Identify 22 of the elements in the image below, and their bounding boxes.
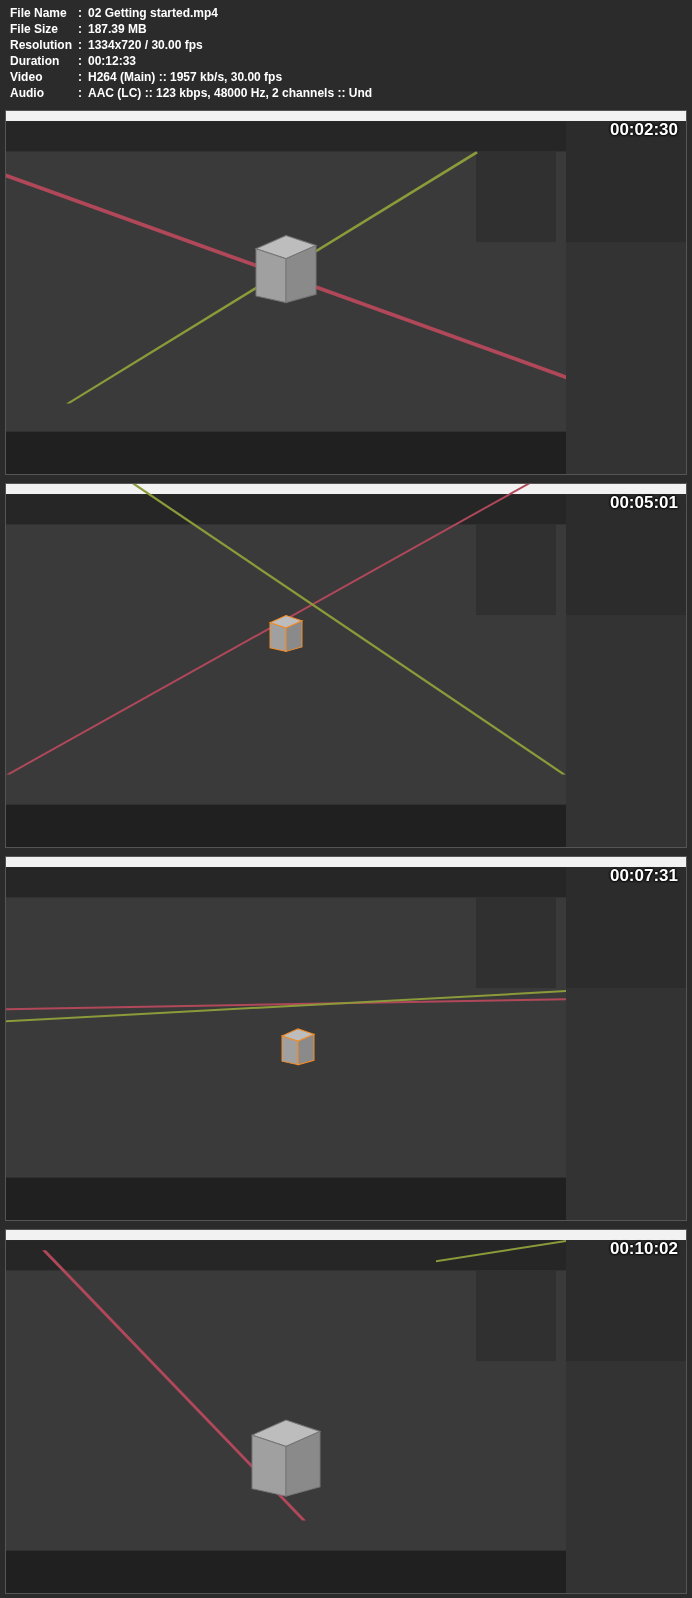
info-value: AAC (LC) :: 123 kbps, 48000 Hz, 2 channels :: Und: [88, 86, 374, 100]
timestamp: 00:02:30: [609, 121, 678, 138]
timestamp: 00:07:31: [609, 867, 678, 884]
info-label: Audio: [10, 86, 45, 100]
info-value: 1334x720 / 30.00 fps: [88, 38, 204, 52]
info-separator: :: [78, 6, 82, 20]
info-label: Duration: [10, 54, 61, 68]
timestamp: 00:10:02: [609, 1240, 678, 1257]
info-label: File Name: [10, 6, 68, 20]
info-label: Resolution: [10, 38, 72, 52]
info-label: File Size: [10, 22, 60, 36]
info-label: Video: [10, 70, 44, 84]
info-separator: :: [78, 38, 82, 52]
info-separator: :: [78, 86, 82, 100]
info-value: 02 Getting started.mp4: [88, 6, 220, 20]
info-value: 00:12:33: [88, 54, 138, 68]
info-separator: :: [78, 22, 82, 36]
info-value: 187.39 MB: [88, 22, 148, 36]
info-separator: :: [78, 70, 82, 84]
timestamp: 00:05:01: [609, 494, 678, 511]
info-separator: :: [78, 54, 82, 68]
info-value: H264 (Main) :: 1957 kb/s, 30.00 fps: [88, 70, 284, 84]
